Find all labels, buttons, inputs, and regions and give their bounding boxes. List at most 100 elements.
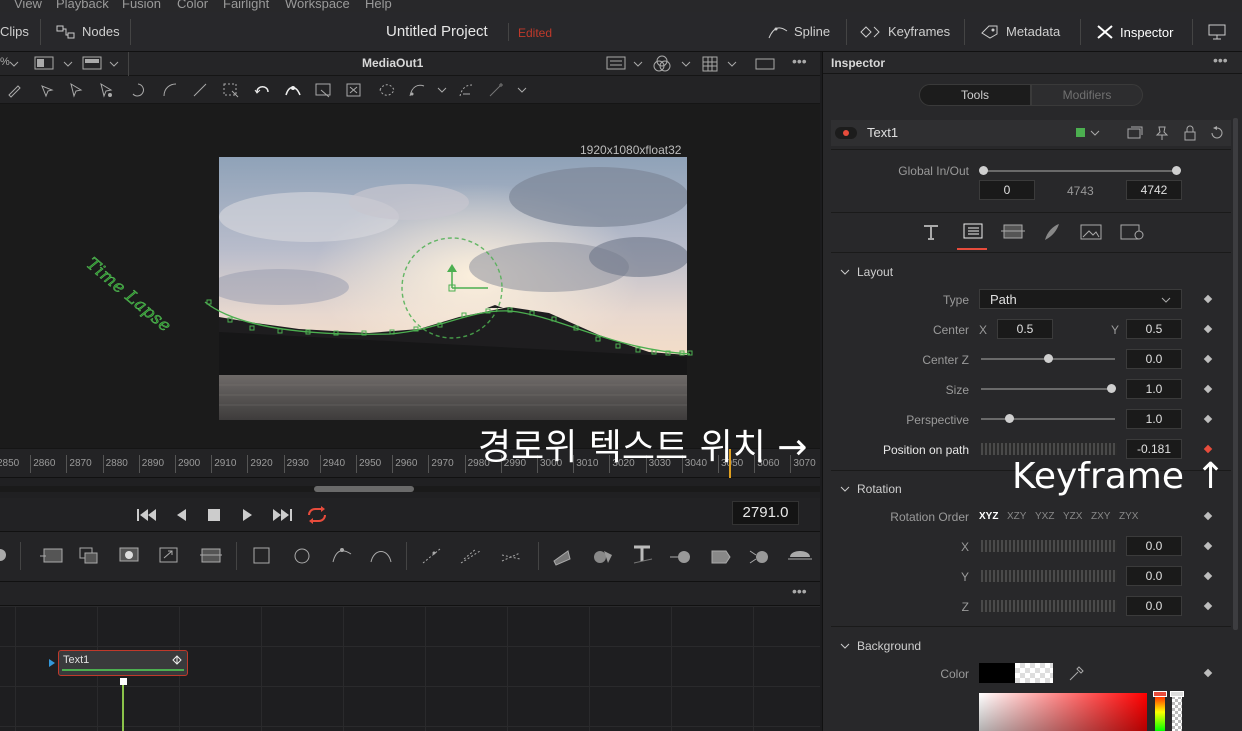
- transform-rect-icon[interactable]: [314, 82, 334, 98]
- particle-sheet-icon[interactable]: [498, 545, 524, 567]
- play-icon[interactable]: [241, 507, 255, 523]
- nodes-button[interactable]: Nodes: [56, 24, 120, 39]
- keyframe-diamond[interactable]: [1203, 541, 1213, 551]
- follow-icon[interactable]: [284, 82, 302, 98]
- node-text1[interactable]: Text1: [58, 650, 188, 676]
- keyframe-diamond[interactable]: [1203, 354, 1213, 364]
- chevron-down-icon[interactable]: [680, 58, 692, 70]
- tab-tools[interactable]: Tools: [919, 84, 1031, 106]
- hue-slider[interactable]: [1155, 693, 1165, 731]
- layout-tab-icon[interactable]: [961, 222, 985, 242]
- scroll-thumb[interactable]: [314, 486, 414, 492]
- chevron-down-icon[interactable]: [436, 84, 448, 96]
- menu-workspace[interactable]: Workspace: [285, 0, 350, 11]
- keyframe-diamond[interactable]: [1203, 384, 1213, 394]
- order-yxz[interactable]: YXZ: [1035, 511, 1054, 522]
- chevron-down-icon[interactable]: [516, 84, 528, 96]
- chevron-down-icon[interactable]: [726, 58, 738, 70]
- select-all-icon[interactable]: [98, 82, 114, 98]
- keyframe-diamond[interactable]: [1203, 324, 1213, 334]
- polygon-mask-icon[interactable]: [330, 544, 354, 566]
- keyframe-diamond[interactable]: [1203, 511, 1213, 521]
- image-tab-icon[interactable]: [1079, 222, 1105, 242]
- keyframe-diamond[interactable]: [1203, 571, 1213, 581]
- smooth-icon[interactable]: [162, 82, 178, 98]
- rectangle-mask-icon[interactable]: [252, 546, 272, 566]
- position-on-path-slider[interactable]: [981, 443, 1117, 455]
- order-xyz[interactable]: XYZ: [979, 511, 998, 522]
- merge-3d-icon[interactable]: [668, 545, 694, 567]
- center-x-field[interactable]: 0.5: [997, 319, 1053, 339]
- keyframe-diamond[interactable]: [1203, 414, 1213, 424]
- rotation-y-slider[interactable]: [981, 570, 1117, 582]
- tool-enable-toggle[interactable]: [835, 127, 857, 139]
- shape-3d-icon[interactable]: [590, 545, 616, 567]
- tool-header[interactable]: Text1: [831, 120, 1231, 146]
- more-options-icon[interactable]: •••: [1213, 52, 1228, 68]
- center-y-field[interactable]: 0.5: [1126, 319, 1182, 339]
- select-point-icon[interactable]: [68, 82, 84, 98]
- type-dropdown[interactable]: Path: [979, 289, 1182, 309]
- order-xzy[interactable]: XZY: [1007, 511, 1026, 522]
- global-out-field[interactable]: 4742: [1126, 180, 1182, 200]
- loop-icon[interactable]: [305, 505, 329, 525]
- rotation-x-slider[interactable]: [981, 540, 1117, 552]
- color-swatch-black[interactable]: [979, 663, 1015, 683]
- menu-help[interactable]: Help: [365, 0, 392, 11]
- background-section-title[interactable]: Background: [857, 639, 921, 653]
- rotation-y-field[interactable]: 0.0: [1126, 566, 1182, 586]
- viewer-display-icon[interactable]: [82, 56, 102, 70]
- chevron-down-icon[interactable]: [839, 483, 851, 495]
- size-field[interactable]: 1.0: [1126, 379, 1182, 399]
- alpha-slider[interactable]: [1172, 693, 1182, 731]
- delete-points-icon[interactable]: [346, 83, 362, 97]
- grid-icon[interactable]: [702, 56, 718, 72]
- sphere-icon[interactable]: [0, 546, 8, 564]
- more-options-icon[interactable]: •••: [792, 53, 807, 69]
- perspective-field[interactable]: 1.0: [1126, 409, 1182, 429]
- stop-icon[interactable]: [207, 508, 221, 522]
- current-frame-field[interactable]: 2791.0: [732, 501, 799, 525]
- size-knob[interactable]: [1107, 384, 1116, 393]
- play-reverse-icon[interactable]: [174, 507, 188, 523]
- alpha-slider-handle[interactable]: [1170, 691, 1184, 697]
- fit-icon[interactable]: [755, 57, 775, 71]
- versions-icon[interactable]: [1127, 126, 1143, 140]
- reverse-icon[interactable]: [254, 82, 272, 98]
- rotation-z-slider[interactable]: [981, 600, 1117, 612]
- text-tab-icon[interactable]: [921, 222, 941, 242]
- centerz-field[interactable]: 0.0: [1126, 349, 1182, 369]
- global-out-handle[interactable]: [1172, 166, 1181, 175]
- eyedropper-icon[interactable]: [1067, 665, 1085, 683]
- chevron-down-icon[interactable]: [8, 58, 20, 70]
- rotation-z-field[interactable]: 0.0: [1126, 596, 1182, 616]
- inspector-scrollbar[interactable]: [1233, 118, 1238, 630]
- closed-path-icon[interactable]: [130, 82, 146, 98]
- text-3d-icon[interactable]: [630, 543, 656, 567]
- node-editor[interactable]: Text1: [0, 606, 820, 731]
- node-output-handle[interactable]: [120, 678, 127, 685]
- menu-playback[interactable]: Playback: [56, 0, 109, 11]
- tab-modifiers[interactable]: Modifiers: [1031, 84, 1143, 106]
- image-plane-3d-icon[interactable]: [550, 545, 574, 567]
- fullscreen-button[interactable]: [1208, 24, 1226, 40]
- renderer-3d-icon[interactable]: [786, 543, 814, 567]
- clips-button[interactable]: Clips: [0, 24, 29, 39]
- magic-wand-icon[interactable]: [488, 82, 506, 98]
- viewer-canvas[interactable]: 1920x1080xfloat32 Time Lapse: [0, 104, 820, 448]
- keyframe-diamond[interactable]: [1203, 601, 1213, 611]
- spotlight-icon[interactable]: [748, 545, 774, 567]
- select-rect-icon[interactable]: [222, 82, 240, 98]
- background-tool-icon[interactable]: [38, 546, 64, 566]
- chevron-down-icon[interactable]: [62, 58, 74, 70]
- merge-tool-icon[interactable]: [78, 546, 100, 566]
- keyframes-button[interactable]: Keyframes: [860, 24, 950, 39]
- keyframe-diamond[interactable]: [1203, 668, 1213, 678]
- menu-fusion[interactable]: Fusion: [122, 0, 161, 11]
- order-zxy[interactable]: ZXY: [1091, 511, 1110, 522]
- layout-section-title[interactable]: Layout: [857, 265, 893, 279]
- resize-tool-icon[interactable]: [158, 546, 180, 566]
- rotation-x-field[interactable]: 0.0: [1126, 536, 1182, 556]
- order-zyx[interactable]: ZYX: [1119, 511, 1138, 522]
- lock-icon[interactable]: [1183, 125, 1197, 141]
